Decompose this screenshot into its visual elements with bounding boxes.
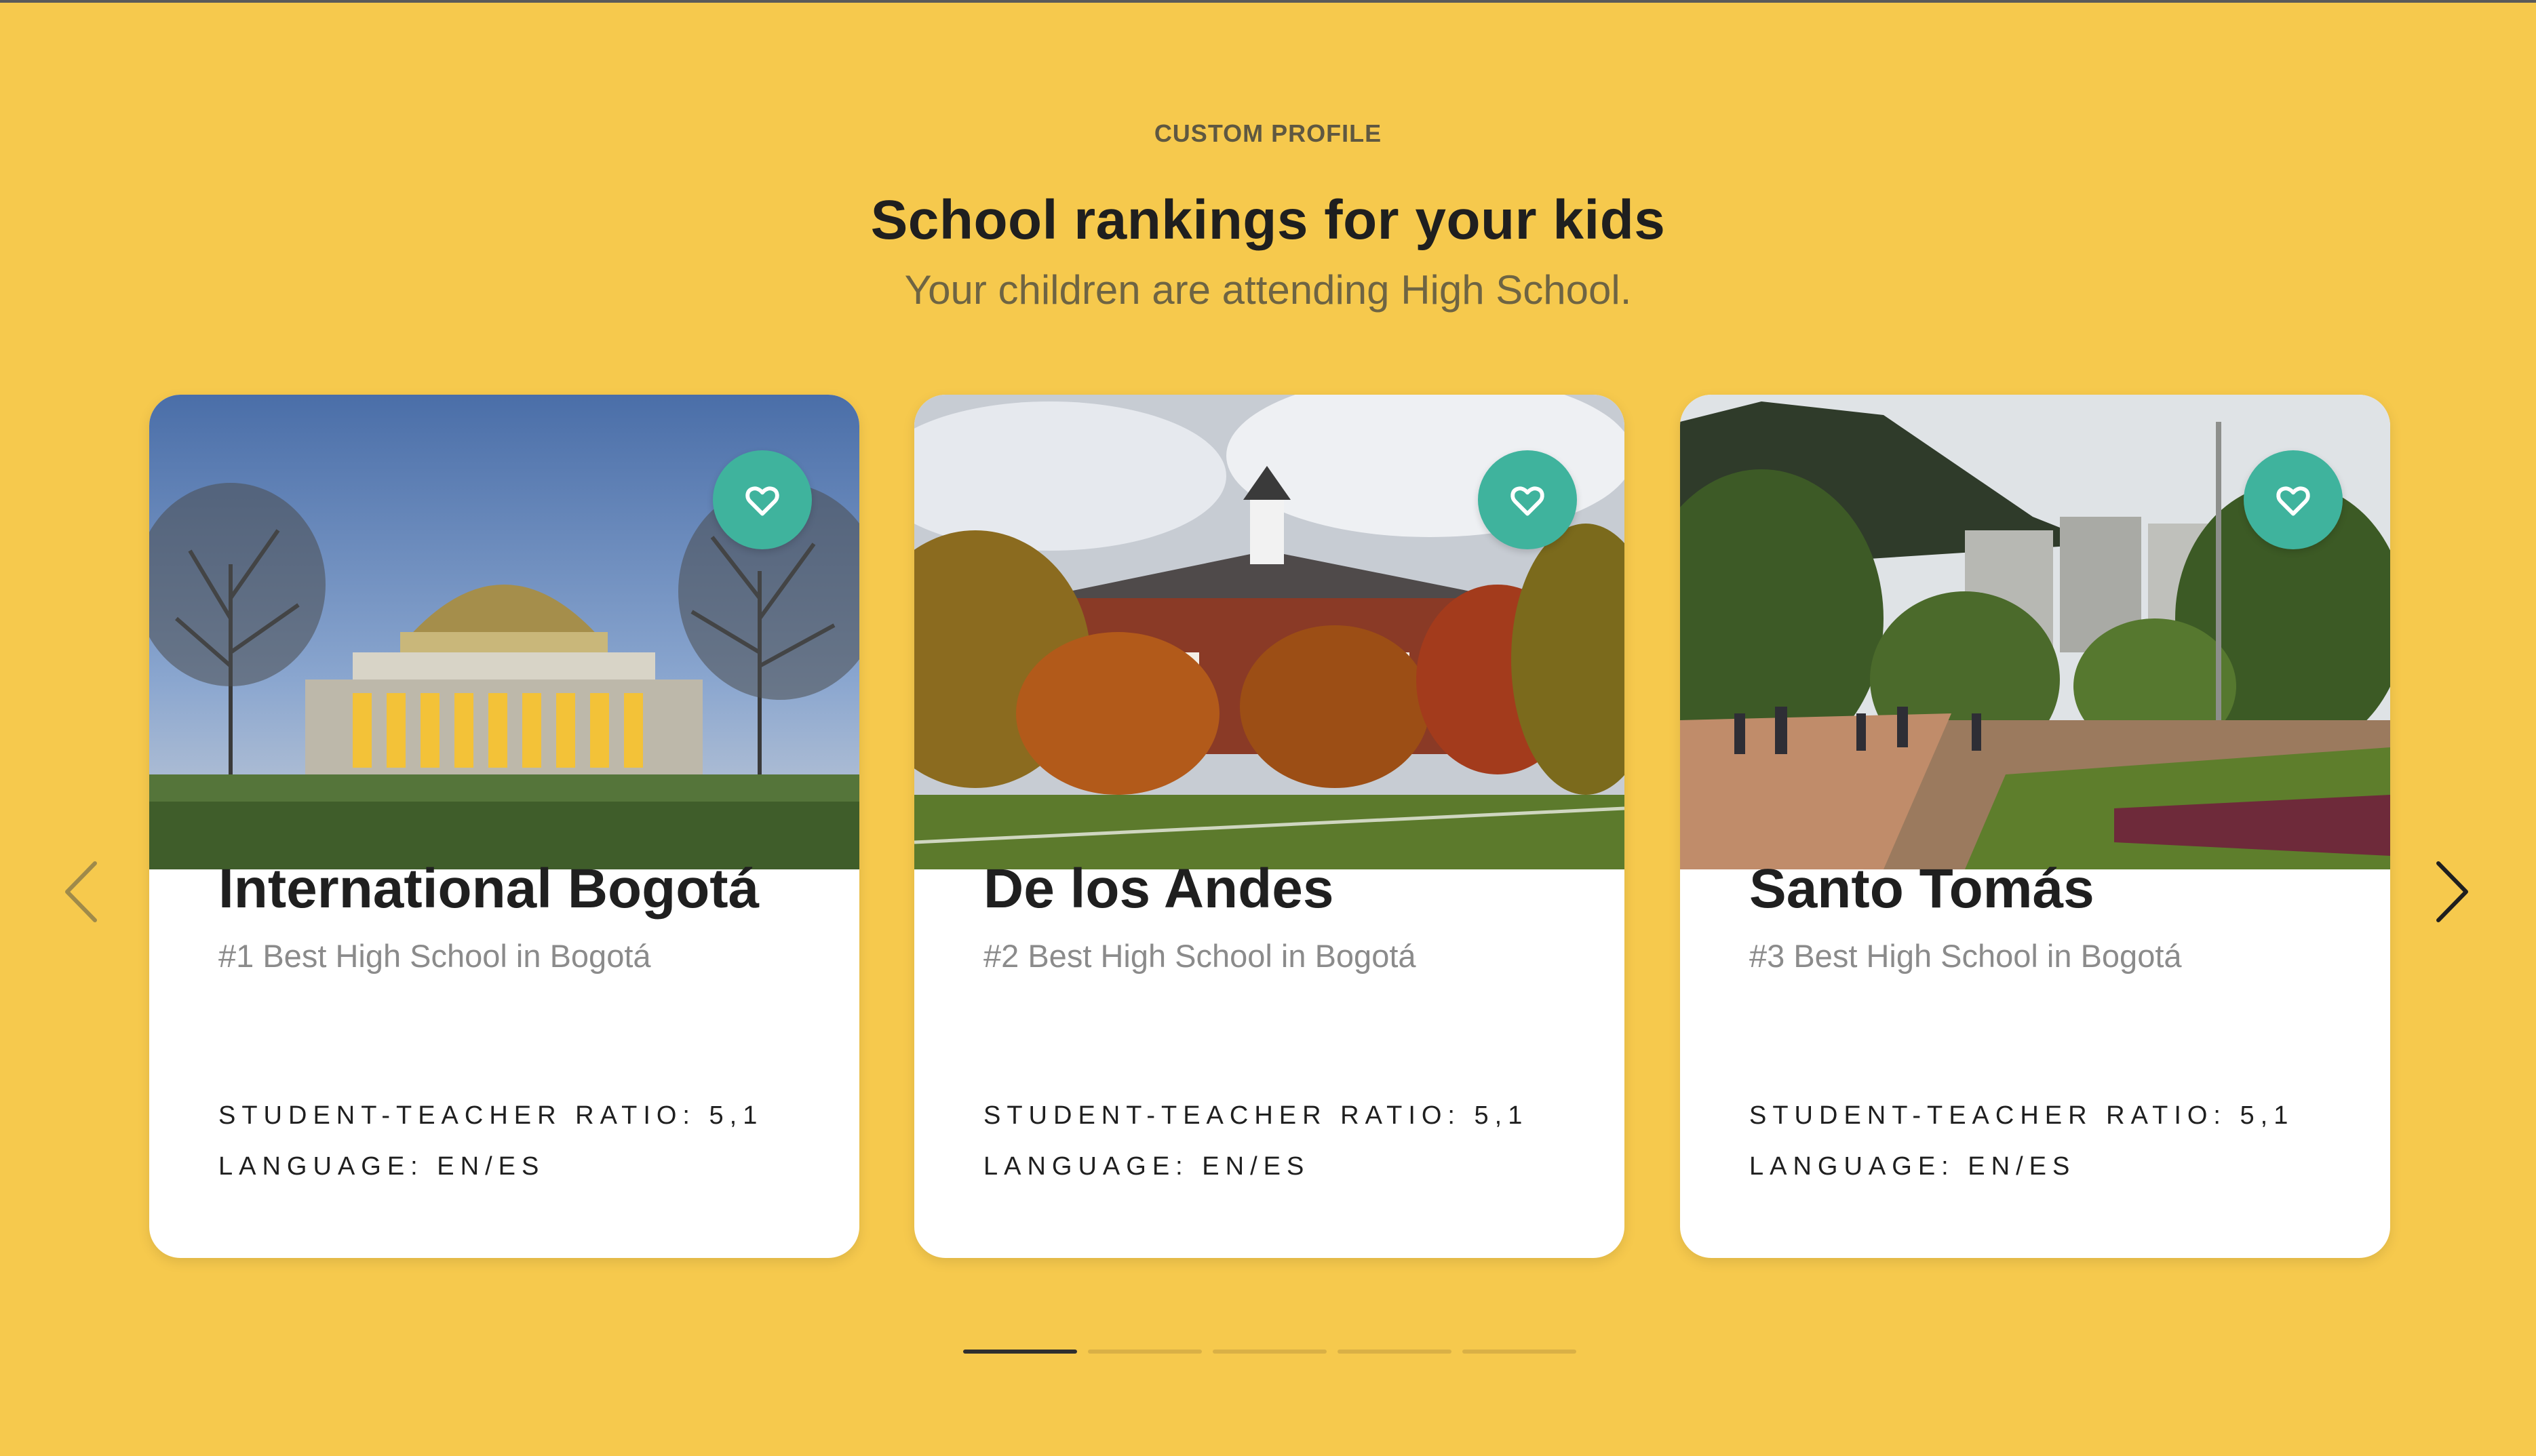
favorite-button[interactable] [2244, 450, 2343, 549]
carousel-next-button[interactable] [2428, 858, 2476, 926]
school-photo [1680, 395, 2390, 869]
school-rank: #1 Best High School in Bogotá [218, 938, 651, 974]
heart-icon [2276, 486, 2310, 516]
carousel-prev-button[interactable] [58, 858, 105, 926]
favorite-button[interactable] [1478, 450, 1577, 549]
student-teacher-ratio: STUDENT-TEACHER RATIO: 5,1 [1749, 1101, 2295, 1130]
school-name[interactable]: International Bogotá [218, 857, 759, 921]
school-card[interactable]: Santo Tomás #3 Best High School in Bogot… [1680, 395, 2390, 1258]
school-photo [914, 395, 1624, 869]
favorite-button[interactable] [713, 450, 812, 549]
school-card[interactable]: De los Andes #2 Best High School in Bogo… [914, 395, 1624, 1258]
pagination-dot[interactable] [1338, 1350, 1451, 1354]
top-border [0, 0, 2536, 3]
section-eyebrow: CUSTOM PROFILE [1154, 119, 1382, 147]
school-card[interactable]: International Bogotá #1 Best High School… [149, 395, 859, 1258]
school-rank: #2 Best High School in Bogotá [983, 938, 1416, 974]
pagination-dot[interactable] [1088, 1350, 1202, 1354]
page-subtitle: Your children are attending High School. [904, 267, 1632, 313]
language: LANGUAGE: EN/ES [983, 1152, 1310, 1181]
chevron-right-icon [2436, 861, 2468, 922]
school-name[interactable]: De los Andes [983, 857, 1333, 921]
school-rank: #3 Best High School in Bogotá [1749, 938, 2182, 974]
student-teacher-ratio: STUDENT-TEACHER RATIO: 5,1 [218, 1101, 764, 1130]
student-teacher-ratio: STUDENT-TEACHER RATIO: 5,1 [983, 1101, 1529, 1130]
page-title: School rankings for your kids [870, 189, 1666, 251]
chevron-left-icon [65, 861, 97, 922]
pagination-dot[interactable] [963, 1350, 1077, 1354]
pagination-dot[interactable] [1213, 1350, 1327, 1354]
language: LANGUAGE: EN/ES [218, 1152, 545, 1181]
school-name[interactable]: Santo Tomás [1749, 857, 2094, 921]
language: LANGUAGE: EN/ES [1749, 1152, 2076, 1181]
carousel-pagination [963, 1350, 1576, 1354]
pagination-dot[interactable] [1462, 1350, 1576, 1354]
heart-icon [745, 486, 779, 516]
school-photo [149, 395, 859, 869]
heart-icon [1510, 486, 1544, 516]
